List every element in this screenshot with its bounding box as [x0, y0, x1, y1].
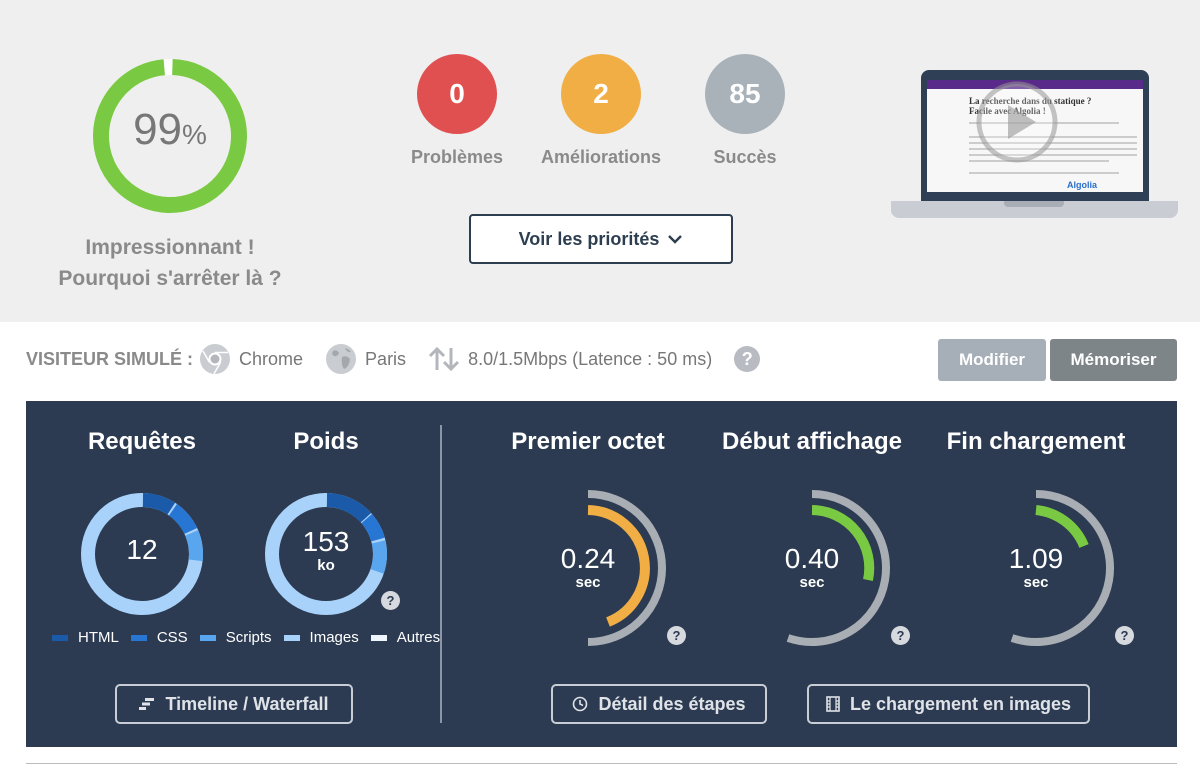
weight-help-glyph: ? [386, 593, 395, 608]
improvements-count: 2 [593, 78, 609, 109]
globe-icon [326, 344, 357, 374]
waterfall-icon [139, 698, 155, 710]
first-byte-title: Premier octet [511, 428, 665, 455]
legend-html: HTML [52, 629, 119, 646]
first-byte-unit: sec [575, 574, 601, 591]
timeline-waterfall-button[interactable]: Timeline / Waterfall [115, 684, 353, 724]
chrome-icon [200, 344, 231, 375]
legend-html-label: HTML [78, 629, 119, 646]
score-value: 99% [88, 105, 252, 155]
legend-scripts-label: Scripts [225, 629, 272, 646]
success-label: Succès [713, 147, 777, 167]
chevron-down-icon [668, 235, 683, 244]
simulated-visitor-bar: VISITEUR SIMULÉ : Chrome Paris 8.0/1.5Mb… [26, 343, 761, 375]
location-info: Paris [325, 343, 406, 375]
legend-other-label: Autres [396, 629, 441, 646]
problems-badge[interactable]: 0 [417, 54, 497, 134]
score-unit: % [182, 119, 207, 150]
load-end-unit: sec [1023, 574, 1049, 591]
weight-value: 153 [302, 526, 350, 557]
save-button[interactable]: Mémoriser [1050, 339, 1177, 381]
legend-images: Images [283, 629, 359, 646]
weight-title: Poids [293, 428, 359, 455]
first-byte-help-glyph: ? [672, 628, 681, 643]
view-priorities-label: Voir les priorités [518, 228, 660, 249]
steps-detail-button[interactable]: Détail des étapes [551, 684, 767, 724]
load-end-value: 1.09 [1008, 543, 1064, 574]
load-end-help-icon[interactable]: ? [1115, 626, 1134, 645]
legend-css-label: CSS [156, 629, 188, 646]
simulated-visitor-label: VISITEUR SIMULÉ : [26, 348, 194, 369]
weight-unit: ko [317, 557, 335, 574]
up-down-arrows-icon [429, 346, 460, 372]
play-icon[interactable] [974, 79, 1060, 165]
legend-images-label: Images [309, 629, 359, 646]
improvements-label: Améliorations [540, 147, 662, 167]
steps-detail-label: Détail des étapes [598, 693, 746, 714]
score-message: Impressionnant ! Pourquoi s'arrêter là ? [40, 232, 300, 294]
resource-legend: HTML CSS Scripts Images Autres [52, 629, 452, 646]
load-end-help-glyph: ? [1120, 628, 1129, 643]
problems-count: 0 [449, 78, 465, 109]
legend-scripts: Scripts [199, 629, 272, 646]
filmstrip-button[interactable]: Le chargement en images [807, 684, 1090, 724]
start-render-help-glyph: ? [896, 628, 905, 643]
problems-label: Problèmes [410, 147, 504, 167]
timeline-waterfall-label: Timeline / Waterfall [165, 693, 329, 714]
start-render-title: Début affichage [721, 428, 903, 455]
browser-info: Chrome [199, 343, 303, 375]
load-end-title: Fin chargement [946, 428, 1126, 455]
score-message-line2: Pourquoi s'arrêter là ? [58, 267, 282, 290]
legend-css: CSS [130, 629, 188, 646]
requests-title: Requêtes [87, 428, 197, 455]
success-badge[interactable]: 85 [705, 54, 785, 134]
preview-brand: Algolia [1067, 180, 1098, 190]
requests-value: 12 [126, 534, 158, 565]
start-render-help-icon[interactable]: ? [891, 626, 910, 645]
improvements-badge[interactable]: 2 [561, 54, 641, 134]
panel-divider [440, 425, 442, 723]
laptop-notch [1004, 201, 1064, 207]
start-render-unit: sec [799, 574, 825, 591]
score-message-line1: Impressionnant ! [85, 236, 255, 259]
help-icon-glyph: ? [741, 348, 753, 369]
connection-info: 8.0/1.5Mbps (Latence : 50 ms) [428, 346, 712, 372]
connection-speed: 8.0/1.5Mbps (Latence : 50 ms) [468, 348, 713, 369]
clock-icon [573, 696, 588, 712]
score-number: 99 [133, 105, 183, 154]
first-byte-help-icon[interactable]: ? [667, 626, 686, 645]
browser-name: Chrome [239, 348, 304, 369]
success-count: 85 [729, 78, 761, 109]
view-priorities-button[interactable]: Voir les priorités [469, 214, 733, 264]
first-byte-value: 0.24 [560, 543, 616, 574]
modify-button[interactable]: Modifier [938, 339, 1046, 381]
help-icon[interactable]: ? [734, 346, 761, 372]
weight-help-icon[interactable]: ? [381, 591, 400, 610]
legend-other: Autres [370, 629, 441, 646]
bottom-divider [26, 763, 1177, 764]
start-render-value: 0.40 [784, 543, 840, 574]
film-icon [826, 696, 840, 712]
location-name: Paris [365, 348, 407, 369]
filmstrip-label: Le chargement en images [849, 693, 1072, 714]
